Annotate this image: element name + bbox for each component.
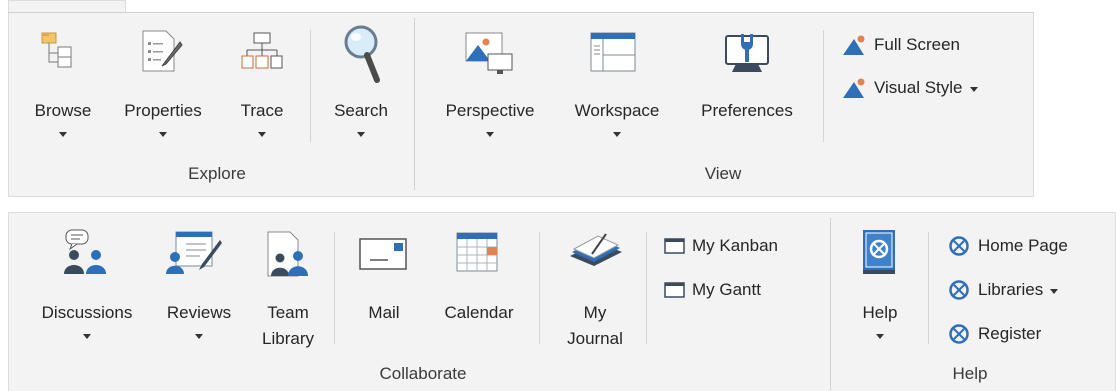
group-label-help: Help xyxy=(952,364,988,383)
preferences-label: Preferences xyxy=(701,101,793,120)
chevron-down-icon xyxy=(969,86,978,92)
separator xyxy=(823,30,824,142)
reviews-label: Reviews xyxy=(166,303,232,322)
separator xyxy=(928,232,929,344)
full-screen-label: Full Screen xyxy=(874,35,960,54)
chevron-down-icon xyxy=(83,334,91,339)
reviews-button[interactable]: Reviews xyxy=(154,228,244,348)
chevron-down-icon xyxy=(486,132,494,137)
team-library-label-line2: Library xyxy=(262,329,314,348)
register-button[interactable]: Register xyxy=(948,322,1041,346)
search-icon xyxy=(344,25,380,83)
my-gantt-button[interactable]: My Gantt xyxy=(664,278,761,302)
my-journal-button[interactable]: My Journal xyxy=(550,228,640,352)
my-kanban-label: My Kanban xyxy=(692,236,778,255)
trace-button[interactable]: Trace xyxy=(224,28,300,148)
my-journal-label-line1: My xyxy=(583,303,607,322)
full-screen-button[interactable]: Full Screen xyxy=(842,33,960,57)
properties-icon xyxy=(142,30,183,72)
separator xyxy=(646,232,647,344)
chevron-down-icon xyxy=(1050,288,1059,294)
person-icon xyxy=(843,78,865,98)
discussions-button[interactable]: Discussions xyxy=(26,228,148,348)
chevron-down-icon xyxy=(876,334,884,339)
my-journal-label-line2: Journal xyxy=(567,329,623,348)
window-icon xyxy=(664,282,685,298)
workspace-label: Workspace xyxy=(574,101,660,120)
preferences-icon xyxy=(725,34,769,72)
register-label: Register xyxy=(978,324,1042,343)
perspective-label: Perspective xyxy=(445,101,535,120)
separator xyxy=(334,232,335,344)
browse-button[interactable]: Browse xyxy=(22,28,104,148)
libraries-button[interactable]: Libraries xyxy=(948,278,1059,302)
properties-button[interactable]: Properties xyxy=(108,28,218,148)
chevron-down-icon xyxy=(59,132,67,137)
calendar-icon xyxy=(456,232,498,272)
separator xyxy=(539,232,540,344)
group-label-view: View xyxy=(704,164,742,183)
team-library-button[interactable]: Team Library xyxy=(248,228,328,352)
visual-style-label: Visual Style xyxy=(874,78,963,97)
search-button[interactable]: Search xyxy=(318,24,404,148)
team-library-icon xyxy=(267,231,308,277)
chevron-down-icon xyxy=(159,132,167,137)
calendar-label: Calendar xyxy=(444,303,514,322)
workspace-button[interactable]: Workspace xyxy=(558,28,676,148)
help-label: Help xyxy=(862,303,898,322)
workspace-icon xyxy=(590,32,636,72)
mail-button[interactable]: Mail xyxy=(346,228,422,328)
chevron-down-icon xyxy=(357,132,365,137)
libraries-label: Libraries xyxy=(978,280,1044,299)
home-page-label: Home Page xyxy=(978,236,1068,255)
discussions-label: Discussions xyxy=(41,303,133,322)
group-label-collaborate: Collaborate xyxy=(379,364,467,383)
trace-icon xyxy=(241,32,283,69)
perspective-icon xyxy=(465,32,513,74)
mail-label: Mail xyxy=(368,303,400,322)
browse-icon xyxy=(41,32,72,68)
chevron-down-icon xyxy=(195,334,203,339)
browse-label: Browse xyxy=(34,101,92,120)
lifebuoy-icon xyxy=(949,324,969,344)
team-library-label-line1: Team xyxy=(267,303,309,322)
person-icon xyxy=(843,35,865,55)
search-label: Search xyxy=(334,101,388,120)
group-separator xyxy=(830,218,831,390)
window-icon xyxy=(664,238,685,254)
my-kanban-button[interactable]: My Kanban xyxy=(664,234,778,258)
visual-style-button[interactable]: Visual Style xyxy=(842,76,978,100)
lifebuoy-icon xyxy=(949,236,969,256)
separator xyxy=(310,30,311,142)
properties-label: Properties xyxy=(124,101,202,120)
preferences-button[interactable]: Preferences xyxy=(682,28,812,128)
group-separator xyxy=(414,18,415,190)
group-label-explore: Explore xyxy=(188,164,246,183)
my-gantt-label: My Gantt xyxy=(692,280,761,299)
help-button[interactable]: Help xyxy=(842,228,918,352)
trace-label: Trace xyxy=(240,101,284,120)
discussions-icon xyxy=(64,229,106,274)
chevron-down-icon xyxy=(613,132,621,137)
mail-icon xyxy=(359,238,407,270)
help-book-icon xyxy=(863,230,895,274)
calendar-button[interactable]: Calendar xyxy=(426,228,532,328)
perspective-button[interactable]: Perspective xyxy=(428,28,552,148)
my-journal-icon xyxy=(570,233,622,266)
reviews-icon xyxy=(166,231,222,274)
home-page-button[interactable]: Home Page xyxy=(948,234,1068,258)
chevron-down-icon xyxy=(258,132,266,137)
lifebuoy-icon xyxy=(949,280,969,300)
